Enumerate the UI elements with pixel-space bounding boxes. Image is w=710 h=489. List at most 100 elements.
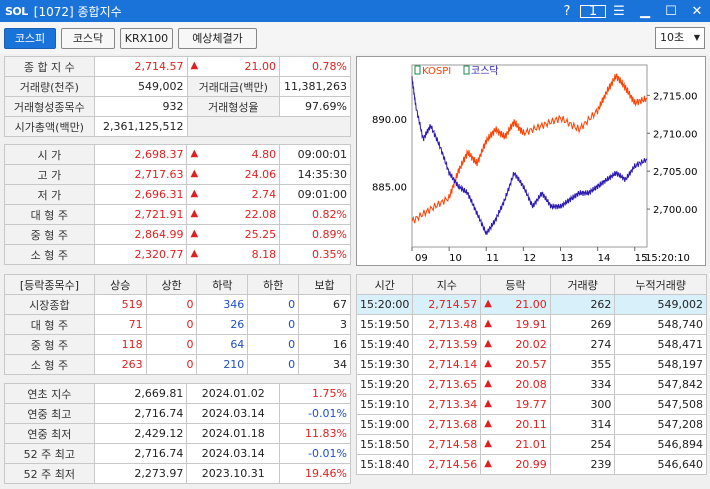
x-axis-tick: 12	[523, 253, 536, 264]
column-header: 하한	[247, 274, 300, 295]
price-label: 대 형 주	[4, 204, 95, 225]
change-value: 20.08	[515, 378, 547, 391]
tab-expected-price[interactable]: 예상체결가	[178, 28, 257, 49]
up-triangle-icon: ▲	[190, 148, 199, 159]
price-extra: 09:01:00	[279, 184, 351, 205]
breadth-label: 중 형 주	[4, 334, 95, 355]
tick-cumulative: 546,640	[614, 454, 707, 475]
change-value: 2.74	[251, 188, 277, 201]
tab-kospi[interactable]: 코스피	[4, 28, 56, 49]
interval-select[interactable]: 10초 ▼	[655, 27, 705, 49]
table-row: 연중 최고 2,716.74 2024.03.14 -0.01%	[4, 403, 351, 424]
yearly-rate: 1.75%	[279, 383, 351, 404]
breadth-value: 118	[93, 334, 147, 355]
tick-volume: 274	[549, 334, 616, 355]
change-value: 4.80	[251, 148, 277, 161]
price-label: 저 가	[4, 184, 95, 205]
yearly-rate: -0.01%	[279, 403, 351, 424]
change-value: 20.11	[515, 418, 547, 431]
change-value: 20.02	[515, 338, 547, 351]
table-row: 시가총액(백만) 2,361,125,512	[4, 116, 351, 137]
close-icon[interactable]: ✕	[684, 4, 710, 19]
breadth-value: 210	[196, 354, 249, 375]
tick-time: 15:18:40	[355, 454, 414, 475]
table-row: 종 합 지 수 2,714.57 ▲ 21.00 0.78%	[4, 56, 351, 77]
tick-time: 15:19:30	[355, 354, 414, 375]
series-line-kospi	[411, 73, 648, 224]
tab-kosdaq[interactable]: 코스닥	[61, 28, 115, 49]
change-value: 21.01	[515, 438, 547, 451]
composite-index-value: 2,714.57	[93, 56, 188, 77]
change-cell: ▲ 25.25	[186, 224, 281, 245]
minimize-icon[interactable]: ▁	[632, 4, 658, 19]
menu-icon[interactable]: ☰	[606, 4, 632, 19]
price-value: 2,698.37	[93, 144, 188, 165]
change-value: 20.99	[515, 458, 547, 471]
breadth-value: 71	[93, 314, 147, 335]
toolbar: 코스피 코스닥 KRX100 예상체결가 10초 ▼	[0, 22, 710, 54]
up-triangle-icon: ▲	[484, 418, 492, 429]
column-header: 시간	[355, 274, 414, 295]
table-row: 15:19:00 2,713.68 ▲ 20.11 314 547,208	[355, 414, 707, 435]
help-button[interactable]: ?	[554, 4, 580, 19]
breadth-value: 0	[145, 354, 198, 375]
breadth-value: 67	[298, 294, 351, 315]
screen-number-button[interactable]: 1	[580, 4, 606, 19]
yearly-date: 2023.10.31	[186, 463, 281, 484]
table-row: 15:19:30 2,714.14 ▲ 20.57 355 548,197	[355, 354, 707, 375]
up-triangle-icon: ▲	[190, 208, 199, 219]
summary-label: 거래대금(백만)	[186, 76, 281, 97]
change-cell: ▲ 20.57	[480, 354, 551, 375]
up-triangle-icon: ▲	[484, 438, 492, 449]
app-logo: SOL	[5, 4, 28, 18]
screen-number-label: 1	[580, 4, 606, 18]
title-bar: SOL [1072] 종합지수 ? 1 ☰ ▁ ☐ ✕	[0, 0, 710, 22]
summary-table: 종 합 지 수 2,714.57 ▲ 21.00 0.78% 거래량(천주) 54…	[4, 56, 351, 137]
tick-time: 15:19:10	[355, 394, 414, 415]
traded-count-value: 932	[93, 96, 188, 117]
breadth-value: 64	[196, 334, 249, 355]
trade-amount-value: 11,381,263	[279, 76, 351, 97]
price-value: 2,717.63	[93, 164, 188, 185]
table-row: 고 가 2,717.63 ▲ 24.06 14:35:30	[4, 164, 351, 185]
tick-cumulative: 546,894	[614, 434, 707, 455]
breadth-value: 0	[247, 294, 300, 315]
summary-label: 종 합 지 수	[4, 56, 95, 77]
change-cell: ▲ 20.11	[480, 414, 551, 435]
up-triangle-icon: ▲	[190, 228, 199, 239]
price-label: 고 가	[4, 164, 95, 185]
legend-kospi: KOSPI	[422, 66, 451, 77]
change-value: 19.91	[515, 318, 547, 331]
price-extra: 0.89%	[279, 224, 351, 245]
tab-krx100[interactable]: KRX100	[120, 28, 173, 49]
breadth-value: 0	[247, 354, 300, 375]
maximize-icon[interactable]: ☐	[658, 4, 684, 19]
change-value: 21.00	[515, 298, 547, 311]
plot-area	[411, 64, 648, 248]
price-extra: 0.82%	[279, 204, 351, 225]
right-axis-tick: 2,700.00	[653, 205, 698, 216]
x-axis-tick: 14	[598, 253, 611, 264]
tick-time: 15:19:20	[355, 374, 414, 395]
price-value: 2,696.31	[93, 184, 188, 205]
tick-index: 2,713.59	[412, 334, 482, 355]
yearly-value: 2,716.74	[93, 403, 188, 424]
right-axis-tick: 2,705.00	[653, 167, 698, 178]
breadth-header: [등락종목수] 상승 상한 하락 하한 보합	[4, 274, 351, 295]
price-label: 소 형 주	[4, 244, 95, 265]
column-header: 상한	[145, 274, 198, 295]
table-row: 연초 지수 2,669.81 2024.01.02 1.75%	[4, 383, 351, 404]
x-axis-tick: 11	[486, 253, 499, 264]
up-triangle-icon: ▲	[484, 318, 492, 329]
tick-cumulative: 548,740	[614, 314, 707, 335]
tick-index: 2,713.34	[412, 394, 482, 415]
table-row: 15:19:10 2,713.34 ▲ 19.77 300 547,508	[355, 394, 707, 415]
price-label: 중 형 주	[4, 224, 95, 245]
change-cell: ▲ 4.80	[186, 144, 281, 165]
change-cell: ▲ 20.02	[480, 334, 551, 355]
change-cell: ▲ 2.74	[186, 184, 281, 205]
right-axis-tick: 2,715.00	[653, 91, 698, 102]
table-row: 소 형 주 2,320.77 ▲ 8.18 0.35%	[4, 244, 351, 265]
change-cell: ▲ 19.77	[480, 394, 551, 415]
tick-volume: 254	[549, 434, 616, 455]
